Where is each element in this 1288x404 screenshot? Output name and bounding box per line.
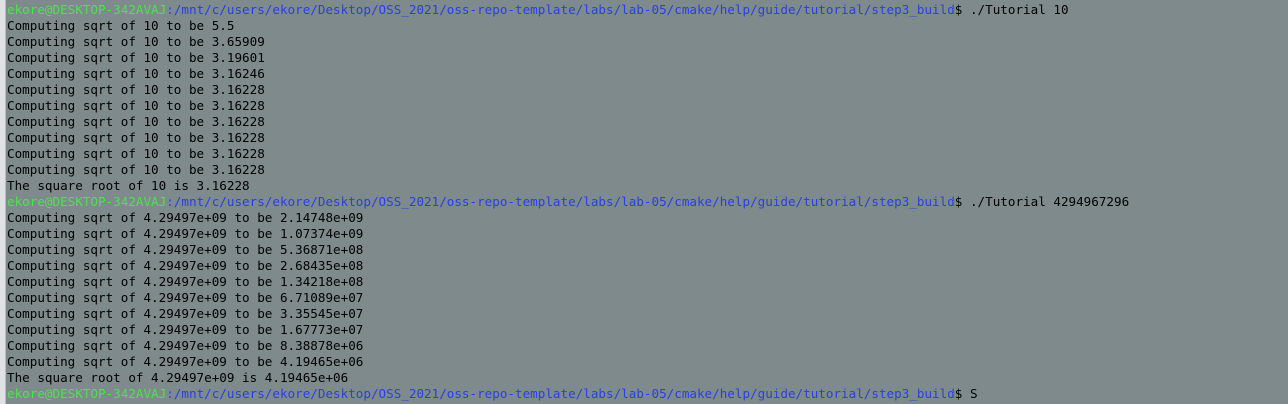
prompt-sign: $	[954, 194, 970, 209]
output-line: Computing sqrt of 4.29497e+09 to be 1.67…	[7, 322, 364, 337]
output-line: Computing sqrt of 4.29497e+09 to be 2.68…	[7, 258, 364, 273]
output-line: The square root of 4.29497e+09 is 4.1946…	[7, 370, 349, 385]
output-line: Computing sqrt of 10 to be 3.19601	[7, 50, 265, 65]
output-line: Computing sqrt of 4.29497e+09 to be 3.35…	[7, 306, 364, 321]
prompt-user: ekore@DESKTOP-342AVAJ	[7, 2, 167, 17]
prompt-sign: $	[954, 386, 970, 401]
output-line: Computing sqrt of 4.29497e+09 to be 4.19…	[7, 354, 364, 369]
prompt-path: :/mnt/c/users/ekore/Desktop/OSS_2021/oss…	[166, 194, 955, 209]
output-line: Computing sqrt of 4.29497e+09 to be 1.34…	[7, 274, 364, 289]
output-line: Computing sqrt of 10 to be 3.16228	[7, 82, 265, 97]
prompt-user: ekore@DESKTOP-342AVAJ	[7, 194, 167, 209]
prompt-line: ekore@DESKTOP-342AVAJ:/mnt/c/users/ekore…	[6, 2, 1288, 18]
output-line: Computing sqrt of 10 to be 3.16228	[7, 146, 265, 161]
output-line: Computing sqrt of 4.29497e+09 to be 5.36…	[7, 242, 364, 257]
output-line: The square root of 10 is 3.16228	[7, 178, 250, 193]
output-line: Computing sqrt of 10 to be 5.5	[7, 18, 235, 33]
terminal-window[interactable]: ekore@DESKTOP-342AVAJ:/mnt/c/users/ekore…	[5, 0, 1288, 404]
output-line: Computing sqrt of 10 to be 3.16246	[7, 66, 265, 81]
prompt-path: :/mnt/c/users/ekore/Desktop/OSS_2021/oss…	[166, 2, 955, 17]
prompt-sign: $	[954, 2, 970, 17]
output-line: Computing sqrt of 4.29497e+09 to be 2.14…	[7, 210, 364, 225]
output-line: Computing sqrt of 10 to be 3.16228	[7, 162, 265, 177]
output-line: Computing sqrt of 4.29497e+09 to be 8.38…	[7, 338, 364, 353]
prompt-user: ekore@DESKTOP-342AVAJ	[7, 386, 167, 401]
prompt-line: ekore@DESKTOP-342AVAJ:/mnt/c/users/ekore…	[6, 386, 1288, 402]
prompt-line: ekore@DESKTOP-342AVAJ:/mnt/c/users/ekore…	[6, 194, 1288, 210]
prompt-path: :/mnt/c/users/ekore/Desktop/OSS_2021/oss…	[166, 386, 955, 401]
output-line: Computing sqrt of 10 to be 3.16228	[7, 98, 265, 113]
output-line: Computing sqrt of 4.29497e+09 to be 1.07…	[7, 226, 364, 241]
command-text: S	[969, 386, 978, 401]
output-line: Computing sqrt of 10 to be 3.65909	[7, 34, 265, 49]
output-line: Computing sqrt of 4.29497e+09 to be 6.71…	[7, 290, 364, 305]
command-text: ./Tutorial 4294967296	[969, 194, 1130, 209]
output-line: Computing sqrt of 10 to be 3.16228	[7, 114, 265, 129]
command-text: ./Tutorial 10	[969, 2, 1069, 17]
output-line: Computing sqrt of 10 to be 3.16228	[7, 130, 265, 145]
